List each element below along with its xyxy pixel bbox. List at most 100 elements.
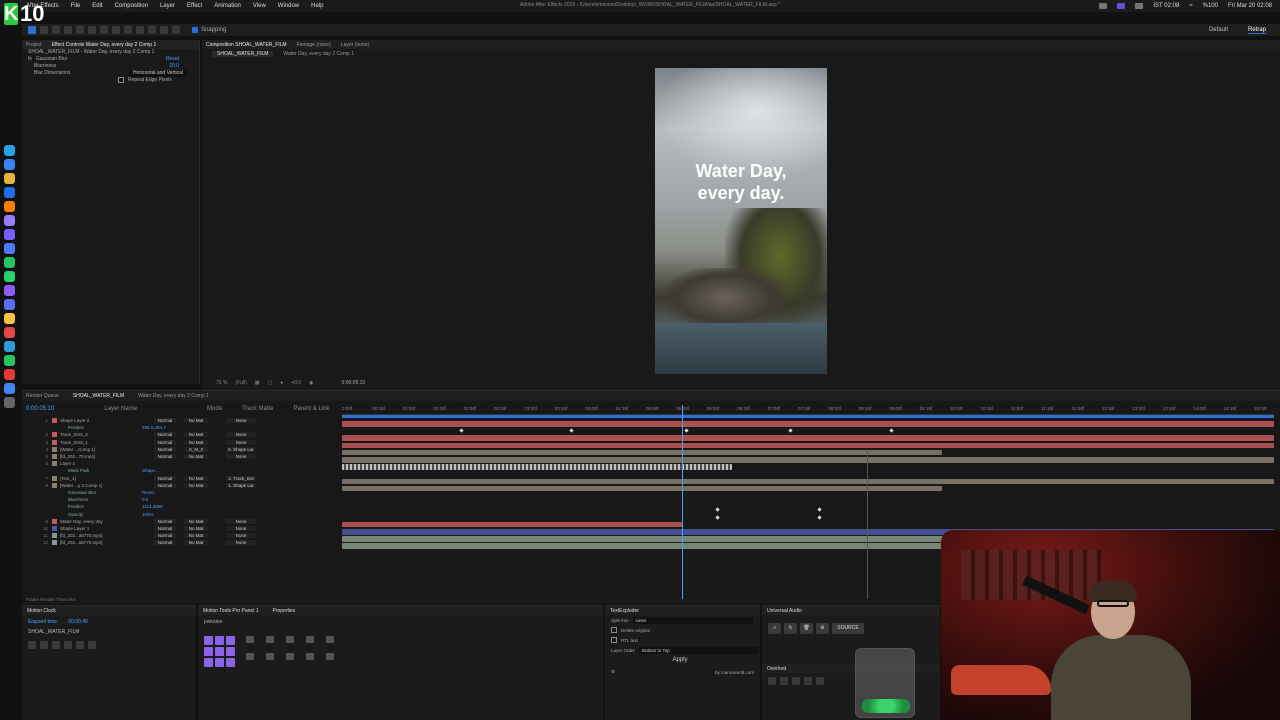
- blend-mode-select[interactable]: Normal: [154, 533, 176, 539]
- push-icon[interactable]: [768, 677, 776, 685]
- layer-row[interactable]: 4 [Water ...Comp 1] Normal S_M_2 5. Shape La…: [22, 446, 342, 453]
- property-value[interactable]: Reset: [142, 490, 154, 495]
- property-row[interactable]: Gaussian Blur Reset: [22, 489, 342, 496]
- layer-name[interactable]: Shape Layer 2: [60, 418, 140, 423]
- fx-icon[interactable]: fx: [28, 56, 32, 63]
- playhead[interactable]: [682, 405, 683, 599]
- menu-edit[interactable]: Edit: [86, 3, 108, 9]
- blur-dimensions-select[interactable]: Horizontal and Vertical: [128, 70, 187, 77]
- delete-original-checkbox[interactable]: [611, 627, 617, 633]
- layer-name[interactable]: Track_Dots_1: [60, 440, 140, 445]
- layer-name[interactable]: [Water ...Comp 1]: [60, 447, 140, 452]
- export-icon[interactable]: [64, 641, 72, 649]
- menu-window[interactable]: Window: [272, 3, 305, 9]
- workspace-retrap[interactable]: Retrap: [1247, 27, 1266, 34]
- parent-select[interactable]: None: [226, 418, 256, 424]
- keyframe-marker[interactable]: [817, 514, 822, 520]
- anchor-cell[interactable]: [215, 636, 224, 645]
- menu-animation[interactable]: Animation: [208, 3, 247, 9]
- viewer-timecode[interactable]: 0:00:05:10: [342, 380, 366, 386]
- battery-icon[interactable]: [1135, 3, 1144, 9]
- menu-view[interactable]: View: [247, 3, 272, 9]
- layer-color-swatch[interactable]: [52, 446, 57, 452]
- menu-effect[interactable]: Effect: [181, 3, 208, 9]
- parent-select[interactable]: 1. Shape Lar: [226, 482, 256, 488]
- spotify-icon[interactable]: [4, 257, 15, 268]
- blend-mode-select[interactable]: Normal: [154, 454, 176, 460]
- calendar-icon[interactable]: [76, 641, 84, 649]
- blend-mode-select[interactable]: Normal: [154, 432, 176, 438]
- work-area-bar[interactable]: [342, 415, 1274, 418]
- layer-color-swatch[interactable]: [52, 432, 57, 438]
- tab-water-day-comp[interactable]: Water Day, every day 2 Comp 1: [138, 393, 209, 399]
- crumb-main-comp[interactable]: SHOAL_WATER_FILM: [212, 51, 274, 57]
- parent-select[interactable]: 2. Track_Dot: [226, 475, 256, 481]
- layers-icon[interactable]: [804, 677, 812, 685]
- tab-motion-tools[interactable]: Motion Tools Pro Panel 1: [203, 608, 259, 614]
- text-tool-icon[interactable]: [124, 26, 132, 34]
- exposure-value[interactable]: +0.0: [291, 380, 301, 386]
- parent-select[interactable]: None: [226, 525, 256, 531]
- clock-label[interactable]: IST 02:08: [1153, 3, 1179, 9]
- blend-mode-select[interactable]: Normal: [154, 446, 176, 452]
- app-icon[interactable]: [4, 341, 15, 352]
- puppet-tool-icon[interactable]: [172, 26, 180, 34]
- rtl-checkbox[interactable]: [611, 637, 617, 643]
- layer-order-select[interactable]: Bottom to Top: [639, 646, 760, 654]
- finder-icon[interactable]: [4, 145, 15, 156]
- blend-mode-select[interactable]: Normal: [154, 439, 176, 445]
- layer-row[interactable]: 9 Water Day, every day Normal No Mat None: [22, 518, 342, 525]
- crumb-sub-comp[interactable]: Water Day, every day 2 Comp 1: [283, 51, 354, 57]
- layer-color-swatch[interactable]: [52, 418, 57, 424]
- layer-row[interactable]: 6 Layer 1: [22, 460, 342, 467]
- layer-color-swatch[interactable]: [52, 475, 57, 481]
- layer-name[interactable]: Layer 1: [60, 461, 140, 466]
- app-icon[interactable]: [4, 285, 15, 296]
- anchor-cell[interactable]: [226, 647, 235, 656]
- shape-tool-icon[interactable]: [100, 26, 108, 34]
- brush-tool-icon[interactable]: [136, 26, 144, 34]
- trash-icon[interactable]: [4, 397, 15, 408]
- tab-effect-controls[interactable]: Effect Controls Water Day, every day 2 C…: [52, 42, 157, 48]
- property-value[interactable]: Shape...: [142, 468, 159, 473]
- anchor-tool-icon[interactable]: [88, 26, 96, 34]
- date-label[interactable]: Fri Mar 20 02:08: [1228, 3, 1272, 9]
- parent-select[interactable]: None: [226, 533, 256, 539]
- layer-color-swatch[interactable]: [52, 439, 57, 445]
- layer-bar[interactable]: [342, 457, 1274, 463]
- resolution-select[interactable]: (Full): [235, 380, 246, 386]
- blend-mode-select[interactable]: Normal: [154, 525, 176, 531]
- after-effects-icon[interactable]: [4, 229, 15, 240]
- track-matte-select[interactable]: No Mat: [184, 418, 208, 424]
- layer-bar[interactable]: [342, 442, 1274, 449]
- tool-button[interactable]: [306, 636, 314, 643]
- property-value[interactable]: 1114,4068: [142, 504, 163, 509]
- tab-shoal-water-film[interactable]: SHOAL_WATER_FILM: [73, 393, 124, 399]
- app-icon[interactable]: [4, 369, 15, 380]
- layer-row[interactable]: 12 [fd_202...a8770.mp4] Normal No Mat None: [22, 539, 342, 546]
- chrome-icon[interactable]: [4, 173, 15, 184]
- safari-icon[interactable]: [4, 159, 15, 170]
- layer-name[interactable]: [Text_1]: [60, 476, 140, 481]
- effect-reset-link[interactable]: Reset: [166, 56, 179, 63]
- property-row[interactable]: Position 1114,4068: [22, 503, 342, 510]
- layer-color-swatch[interactable]: [52, 461, 57, 467]
- keyframe-marker[interactable]: [715, 514, 720, 520]
- layer-name[interactable]: [fd_202...70.mp4]: [60, 454, 140, 459]
- tab-project[interactable]: Project: [26, 42, 42, 48]
- parent-select[interactable]: None: [226, 518, 256, 524]
- channel-icon[interactable]: ●: [280, 380, 283, 386]
- track-matte-select[interactable]: No Mat: [184, 525, 208, 531]
- tool-button[interactable]: [266, 636, 274, 643]
- track-matte-select[interactable]: No Mat: [184, 439, 208, 445]
- tab-composition[interactable]: Composition SHOAL_WATER_FILM: [206, 42, 287, 48]
- track-matte-select[interactable]: No Mat: [184, 533, 208, 539]
- app-icon[interactable]: [4, 355, 15, 366]
- parent-select[interactable]: None: [226, 454, 256, 460]
- layer-bar[interactable]: [342, 435, 1274, 441]
- layer-row[interactable]: 11 [fd_202...a8770.mp4] Normal No Mat None: [22, 532, 342, 539]
- snapping-toggle[interactable]: Snapping: [192, 27, 226, 33]
- layer-color-swatch[interactable]: [52, 518, 57, 524]
- layer-row[interactable]: 7 [Text_1] Normal No Mat 2. Track_Dot: [22, 475, 342, 482]
- tool-button[interactable]: [246, 653, 254, 660]
